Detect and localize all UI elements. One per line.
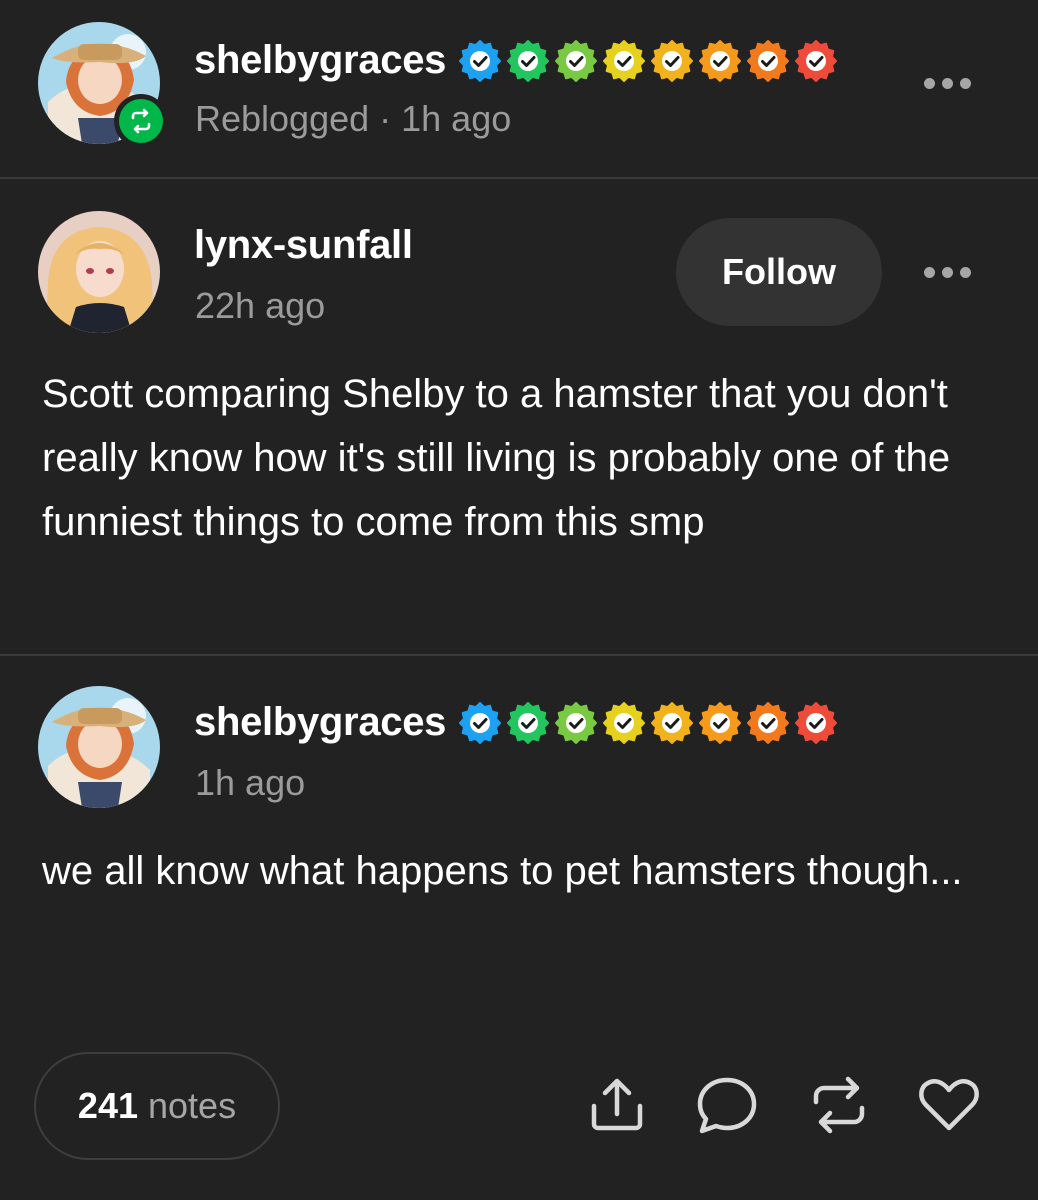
verified-badge-icon xyxy=(698,701,742,745)
original-post: lynx-sunfall 22h ago Follow Scott compar… xyxy=(0,179,1038,655)
verified-badge-icon xyxy=(794,701,838,745)
reblog-icon xyxy=(131,108,151,134)
heart-icon[interactable] xyxy=(916,1072,982,1138)
verified-badge-icon xyxy=(554,39,598,83)
more-options-icon[interactable] xyxy=(924,267,971,278)
author-username[interactable]: lynx-sunfall xyxy=(194,223,413,268)
notes-count: 241 xyxy=(77,1085,138,1126)
verified-badge-icon xyxy=(458,701,502,745)
verified-badge-icon xyxy=(746,701,790,745)
verified-badge-icon xyxy=(506,39,550,83)
post-time: 22h ago xyxy=(195,285,326,326)
post-body: we all know what happens to pet hamsters… xyxy=(42,849,963,893)
reply-post: shelbygraces 1h ago we all know what hap… xyxy=(0,656,1038,1046)
verified-badge-icon xyxy=(506,701,550,745)
verified-badge-icon xyxy=(554,701,598,745)
author-username[interactable]: shelbygraces xyxy=(194,700,446,745)
reblog-icon[interactable] xyxy=(806,1072,872,1138)
avatar[interactable] xyxy=(38,686,160,808)
notes-label: notes xyxy=(148,1085,237,1126)
comment-icon[interactable] xyxy=(694,1072,760,1138)
follow-button[interactable]: Follow xyxy=(676,218,882,326)
verified-badge-icon xyxy=(650,39,694,83)
verified-badge-icon xyxy=(458,39,502,83)
verified-badges xyxy=(454,701,838,745)
verified-badge-icon xyxy=(698,39,742,83)
reblog-header: shelbygraces Reblogged · 1h ago xyxy=(0,0,1038,178)
verified-badge-icon xyxy=(602,39,646,83)
share-icon[interactable] xyxy=(584,1072,650,1138)
notes-button[interactable]: 241 notes xyxy=(34,1052,280,1160)
verified-badges xyxy=(454,39,838,83)
verified-badge-icon xyxy=(794,39,838,83)
avatar[interactable] xyxy=(38,211,160,333)
verified-badge-icon xyxy=(602,701,646,745)
reblog-badge xyxy=(114,94,168,148)
reblogger-username[interactable]: shelbygraces xyxy=(194,38,446,83)
verified-badge-icon xyxy=(746,39,790,83)
post-time: 1h ago xyxy=(195,762,306,803)
verified-badge-icon xyxy=(650,701,694,745)
reblog-status: Reblogged · 1h ago xyxy=(195,98,512,139)
post-body: Scott comparing Shelby to a hamster that… xyxy=(42,372,951,544)
more-options-icon[interactable] xyxy=(924,78,971,89)
